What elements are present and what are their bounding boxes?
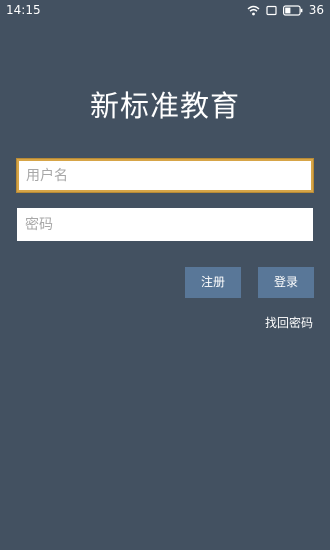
- app-title: 新标准教育: [89, 89, 240, 123]
- register-button[interactable]: 注册: [185, 267, 241, 298]
- status-time: 14:15: [6, 3, 41, 17]
- battery-icon: [282, 4, 303, 16]
- screen-rotation-icon: [266, 5, 277, 16]
- wifi-icon: [247, 5, 260, 16]
- login-button[interactable]: 登录: [258, 267, 314, 298]
- status-icons: 36: [247, 2, 324, 18]
- password-input[interactable]: [17, 208, 313, 241]
- battery-percent: 36: [308, 3, 324, 17]
- forgot-password-link[interactable]: 找回密码: [265, 315, 313, 331]
- status-bar: 14:15 36: [0, 0, 330, 20]
- username-input[interactable]: [17, 159, 313, 192]
